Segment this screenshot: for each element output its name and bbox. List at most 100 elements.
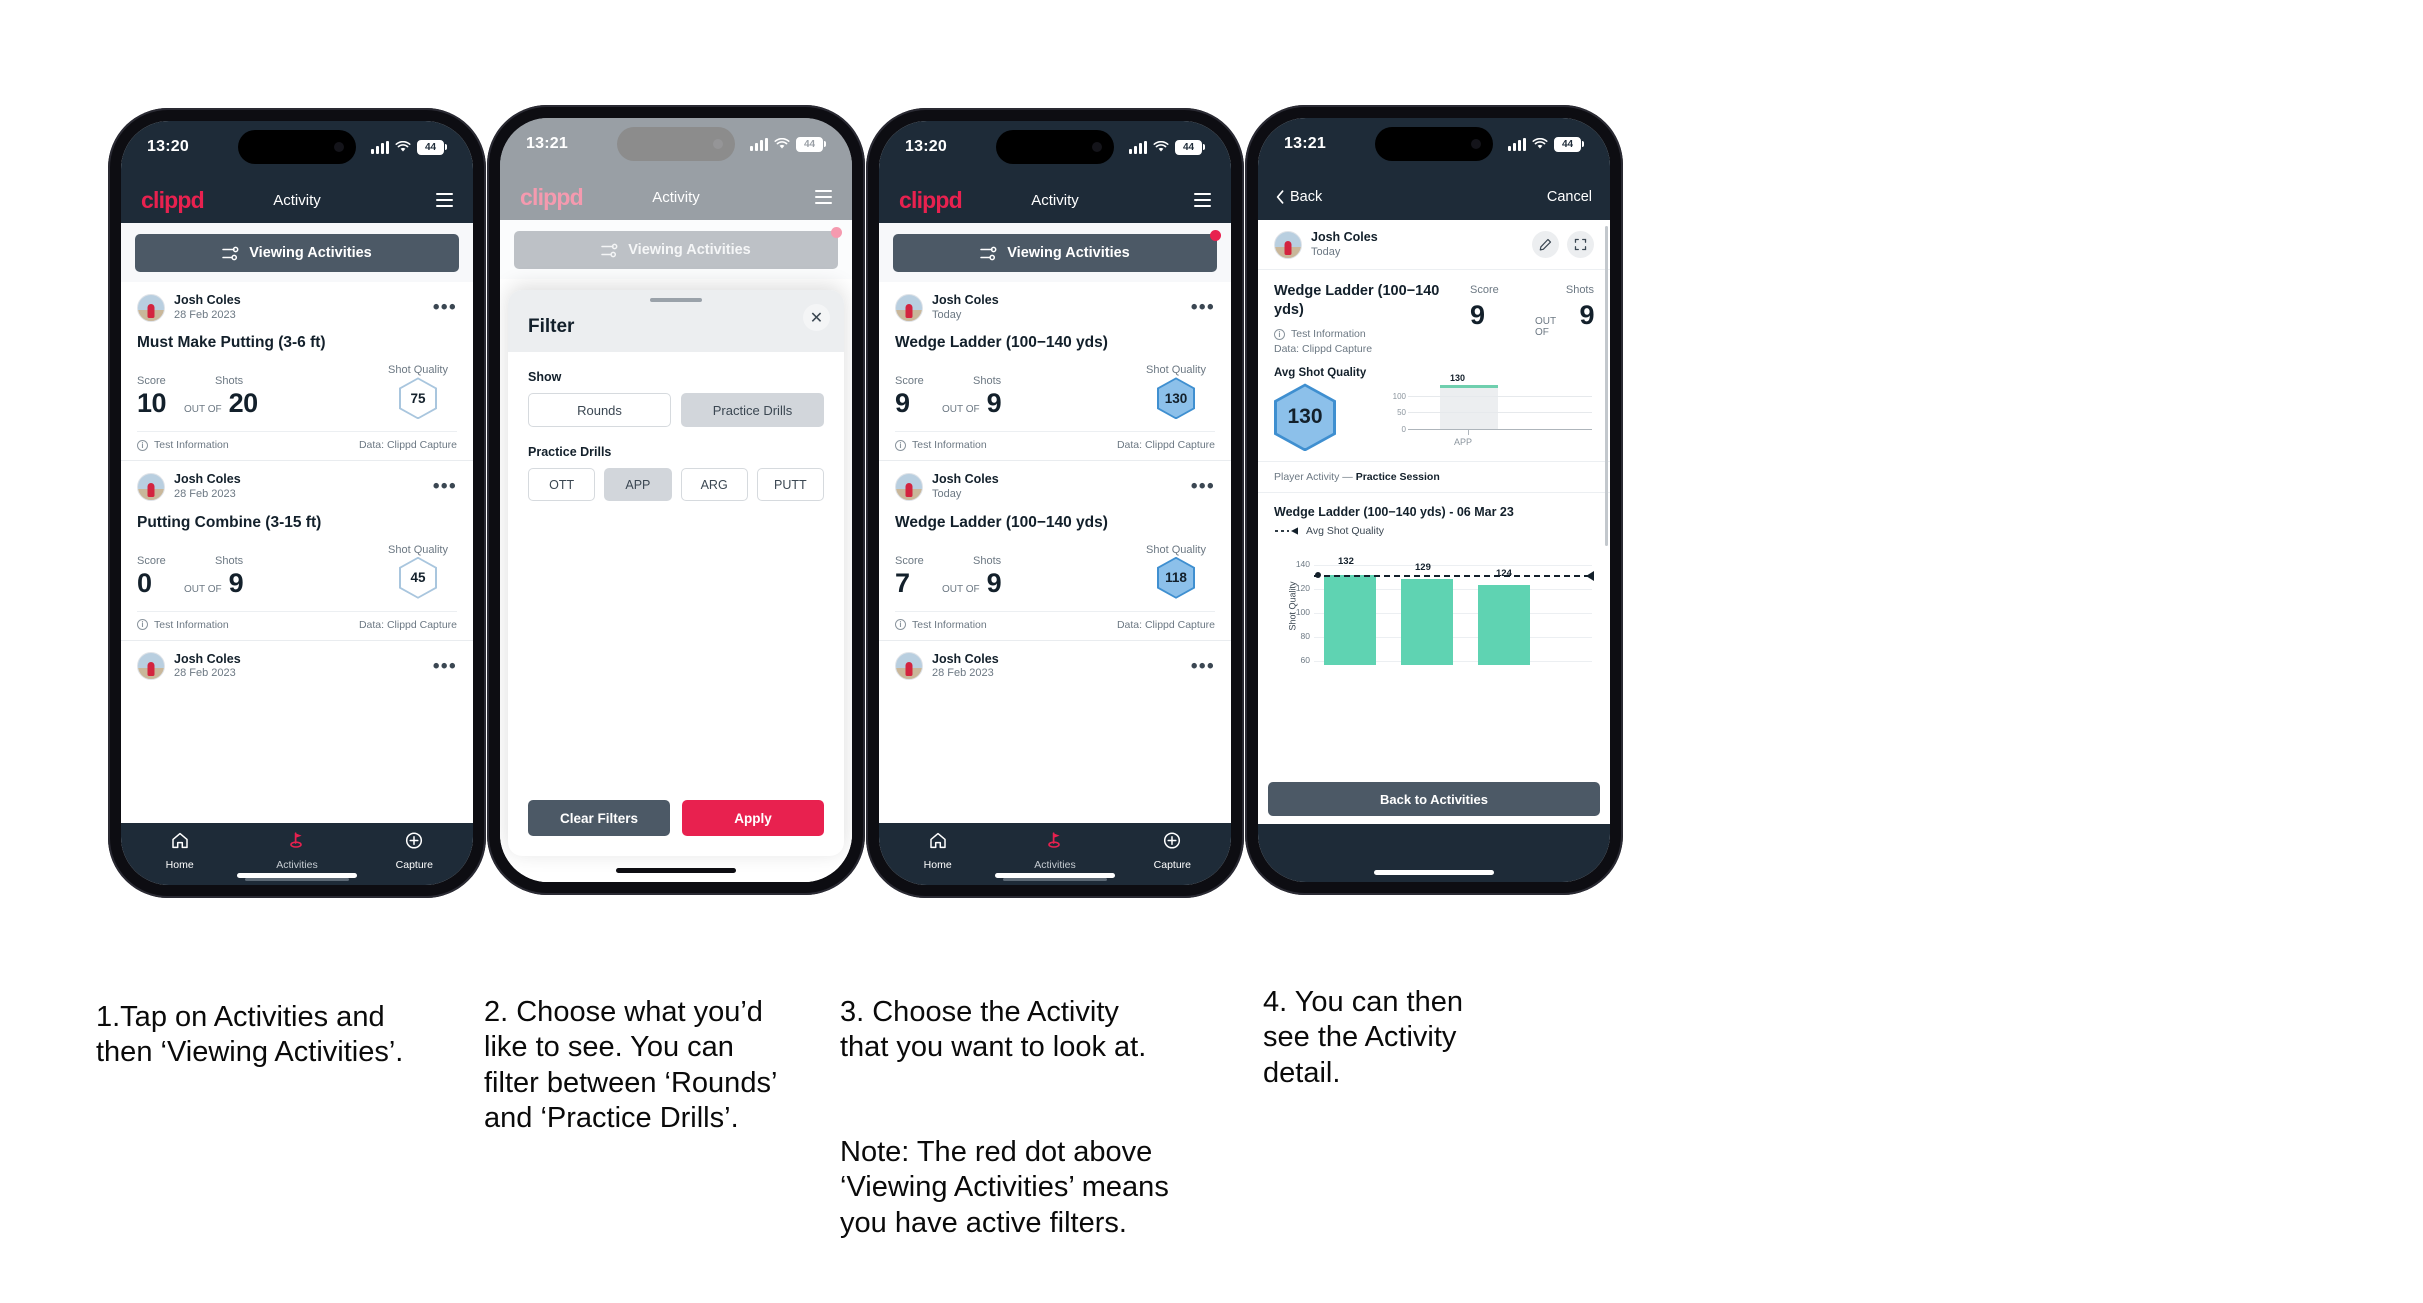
chart-ytick: 120 — [1295, 583, 1310, 594]
close-x-icon[interactable]: ✕ — [803, 304, 830, 331]
user-name: Josh Coles — [932, 651, 999, 666]
shot-quality-hexagon: 45 — [399, 556, 437, 599]
activity-card[interactable]: Josh Coles 28 Feb 2023 ••• — [879, 639, 1231, 681]
shots-metric: Shots OUT OF 9 — [942, 375, 1137, 419]
filter-option-ott[interactable]: OTT — [528, 468, 596, 501]
activity-title: Wedge Ladder (100−140 yds) — [895, 513, 1108, 531]
shots-value: 20 — [228, 388, 259, 419]
wifi-icon — [1153, 141, 1169, 152]
shots-label: Shots — [973, 554, 1002, 567]
practice-drills-segmented-control: OTT APP ARG PUTT — [528, 468, 824, 501]
clear-filters-button[interactable]: Clear Filters — [528, 800, 670, 836]
active-tab-indicator — [1003, 878, 1107, 881]
card-header: Josh Coles 28 Feb 2023 ••• — [137, 472, 457, 502]
info-icon: i — [895, 619, 906, 631]
cancel-button[interactable]: Cancel — [1547, 189, 1592, 205]
page-title: Activity — [1031, 191, 1079, 209]
shot-quality-value: 130 — [1159, 379, 1193, 418]
sheet-grabber[interactable] — [650, 298, 702, 302]
activity-date: 28 Feb 2023 — [174, 488, 236, 500]
back-to-activities-button[interactable]: Back to Activities — [1268, 782, 1600, 816]
filter-option-practice-drills[interactable]: Practice Drills — [681, 393, 824, 427]
test-information-row: i Test Information — [1274, 328, 1470, 340]
card-overflow-menu-icon[interactable]: ••• — [1191, 478, 1215, 496]
filter-option-putt[interactable]: PUTT — [756, 468, 824, 501]
card-overflow-menu-icon[interactable]: ••• — [433, 657, 457, 675]
app-bar: clippd Activity — [879, 177, 1231, 223]
shot-quality-label: Shot Quality — [388, 543, 448, 556]
home-indicator — [995, 873, 1115, 878]
avg-shot-quality-badge: Avg Shot Quality 130 — [1274, 367, 1378, 452]
score-label: Score — [1470, 284, 1499, 297]
card-overflow-menu-icon[interactable]: ••• — [1191, 298, 1215, 316]
card-overflow-menu-icon[interactable]: ••• — [1191, 657, 1215, 675]
info-icon: i — [1274, 328, 1285, 340]
activity-card[interactable]: Josh Coles Today ••• Wedge Ladder (100−1… — [879, 282, 1231, 460]
detail-content[interactable]: Josh Coles Today Wedge Ladder (100−140 y… — [1258, 220, 1610, 824]
shot-quality-value: 45 — [401, 558, 435, 597]
pencil-icon[interactable] — [1532, 231, 1559, 259]
back-button[interactable]: Back — [1276, 189, 1322, 205]
tab-capture[interactable]: Capture — [356, 831, 473, 871]
battery-level: 44 — [1554, 136, 1581, 152]
avatar — [895, 652, 923, 681]
data-source-label: Data: Clippd Capture — [1274, 343, 1373, 356]
data-source-label: Data: Clippd Capture — [358, 439, 457, 452]
app-bar: clippd Activity — [121, 177, 473, 223]
activity-card[interactable]: Josh Coles 28 Feb 2023 ••• Must Make Put… — [121, 282, 473, 460]
viewing-activities-container: Viewing Activities — [879, 223, 1231, 282]
tab-capture[interactable]: Capture — [1114, 831, 1231, 871]
clippd-logo: clippd — [899, 186, 963, 213]
card-overflow-menu-icon[interactable]: ••• — [433, 478, 457, 496]
shots-value: 9 — [986, 388, 1002, 419]
activity-date: Today — [932, 488, 962, 500]
shots-label: Shots — [215, 554, 244, 567]
home-indicator — [1374, 870, 1494, 875]
hamburger-menu-icon[interactable] — [436, 193, 453, 207]
mini-chart-ytick: 0 — [1401, 425, 1406, 435]
front-camera-icon — [334, 142, 344, 152]
mini-chart-ytick: 50 — [1397, 408, 1406, 418]
battery-indicator: 44 — [417, 139, 447, 155]
shots-value: 9 — [1579, 300, 1594, 331]
mini-chart-data-label: 130 — [1450, 373, 1466, 384]
tab-home[interactable]: Home — [879, 831, 996, 871]
shots-metric: Shots OUT OF 9 — [1528, 284, 1594, 355]
test-information-label: Test Information — [912, 439, 987, 452]
activities-feed[interactable]: Josh Coles 28 Feb 2023 ••• Must Make Put… — [121, 282, 473, 823]
scrollbar[interactable] — [1605, 226, 1608, 546]
activity-card[interactable]: Josh Coles 28 Feb 2023 ••• Putting Combi… — [121, 460, 473, 639]
activity-card[interactable]: Josh Coles 28 Feb 2023 ••• — [121, 639, 473, 681]
shot-quality-label: Shot Quality — [1146, 543, 1206, 556]
viewing-activities-button[interactable]: Viewing Activities — [893, 230, 1221, 272]
viewing-activities-button[interactable]: Viewing Activities — [135, 234, 459, 272]
home-icon — [929, 832, 946, 849]
fullscreen-icon[interactable] — [1567, 231, 1594, 259]
filter-option-app[interactable]: APP — [604, 468, 672, 501]
hamburger-menu-icon[interactable] — [1194, 193, 1211, 207]
activities-feed[interactable]: Josh Coles Today ••• Wedge Ladder (100−1… — [879, 282, 1231, 823]
status-icons: 44 — [371, 139, 447, 155]
dynamic-island — [238, 130, 356, 164]
score-value: 9 — [895, 388, 910, 419]
filter-option-arg[interactable]: ARG — [680, 468, 748, 501]
tab-home[interactable]: Home — [121, 831, 238, 871]
shots-value: 9 — [228, 567, 244, 598]
tab-home-label: Home — [165, 859, 194, 871]
front-camera-icon — [1471, 139, 1481, 149]
chart-title: Wedge Ladder (100−140 yds) - 06 Mar 23 — [1274, 505, 1514, 520]
apply-button[interactable]: Apply — [682, 800, 824, 836]
viewing-activities-label: Viewing Activities — [249, 245, 372, 261]
shot-quality-hexagon: 75 — [399, 377, 437, 420]
activity-card[interactable]: Josh Coles Today ••• Wedge Ladder (100−1… — [879, 460, 1231, 639]
filter-option-rounds[interactable]: Rounds — [528, 393, 671, 427]
tab-activities[interactable]: Activities — [996, 831, 1113, 881]
plus-circle-icon — [1164, 832, 1181, 849]
card-overflow-menu-icon[interactable]: ••• — [433, 298, 457, 316]
mini-chart-xlabel: APP — [1454, 437, 1473, 448]
score-value: 7 — [895, 567, 910, 598]
chart-bar-label: 129 — [1415, 562, 1431, 574]
status-icons: 44 — [1508, 136, 1584, 152]
phone-filter-sheet: 13:21 44 clippd Activity — [487, 105, 865, 895]
tab-activities[interactable]: Activities — [238, 831, 355, 881]
